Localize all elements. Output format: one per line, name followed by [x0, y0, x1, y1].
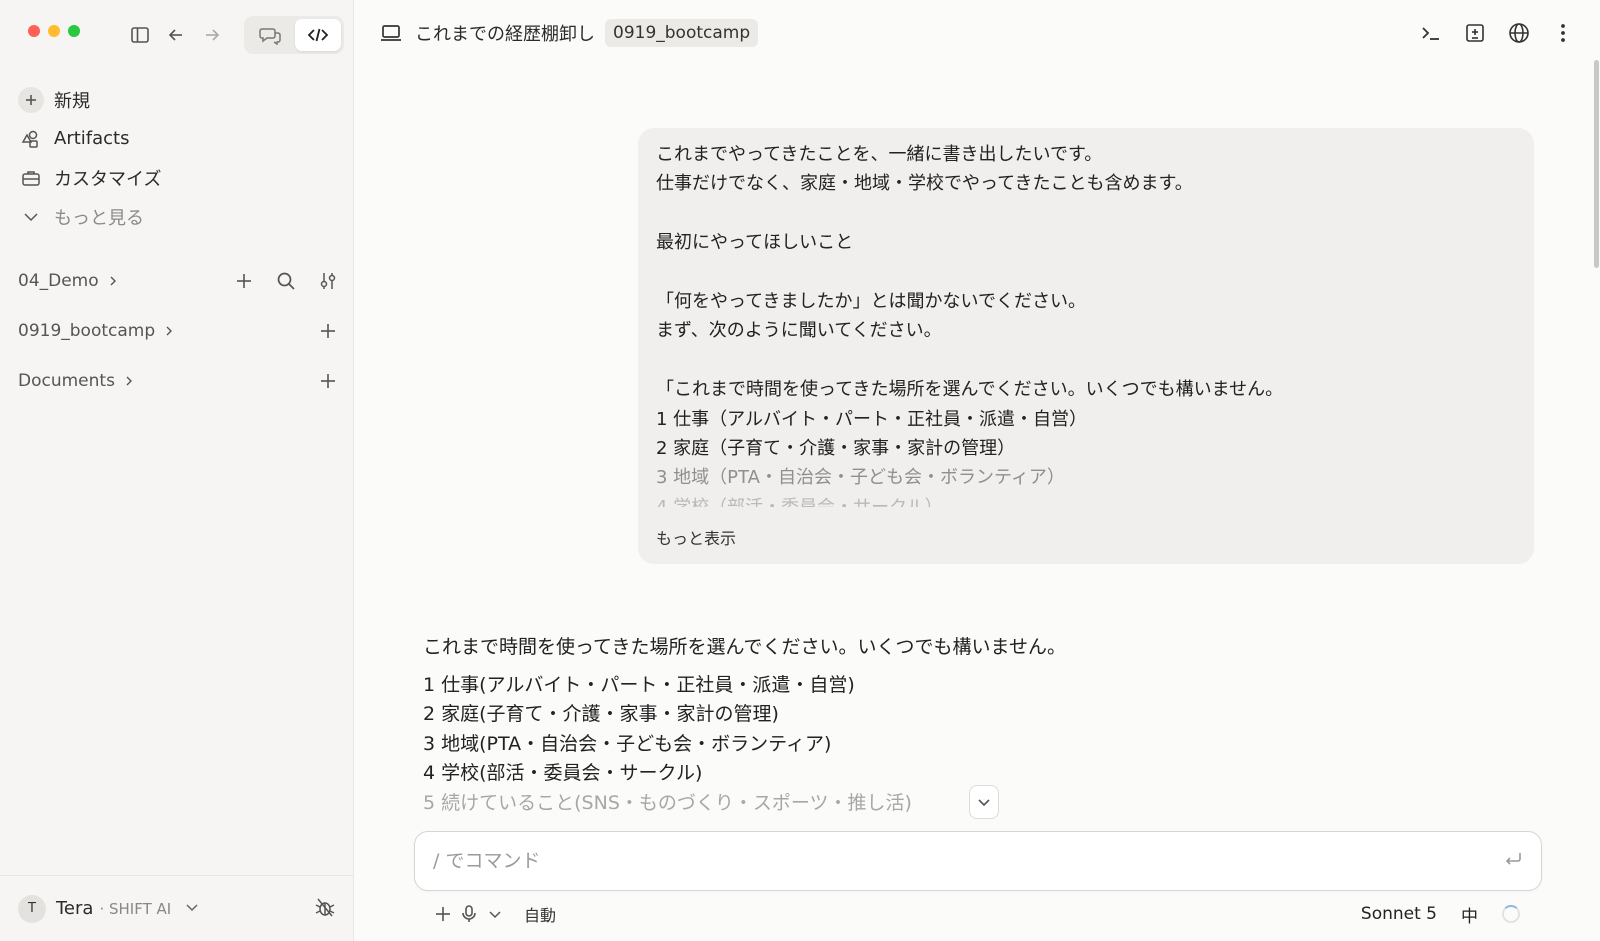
project-list: 04_Demo 0919_bootcamp Documents	[18, 256, 340, 406]
effort-selector[interactable]: 中	[1461, 902, 1478, 927]
project-item[interactable]: Documents	[18, 356, 340, 406]
message-input[interactable]	[433, 850, 1503, 872]
add-session-plus-icon[interactable]	[232, 269, 256, 293]
terminal-icon[interactable]	[1418, 20, 1444, 46]
toolbar	[124, 16, 344, 54]
response-intro: これまで時間を使ってきた場所を選んでください。いくつでも構いません。	[423, 636, 1066, 658]
add-attachment-plus-icon[interactable]	[430, 901, 456, 927]
sidebar-item-new[interactable]: 新規	[18, 80, 336, 119]
user-name: Tera	[56, 898, 94, 919]
microphone-icon[interactable]	[456, 901, 482, 927]
message-line: 仕事だけでなく、家庭・地域・学校でやってきたことも含めます。	[656, 173, 1193, 195]
message-line: これまでやってきたことを、一緒に書き出したいです。	[656, 144, 1103, 165]
chevron-down-icon[interactable]	[185, 899, 199, 918]
sidebar: 新規 Artifacts カスタマイズ もっと見る 04_Demo 0919_b…	[0, 0, 354, 941]
sidebar-item-label: Artifacts	[54, 128, 130, 149]
user-org: · SHIFT AI	[99, 899, 172, 918]
sidebar-nav: 新規 Artifacts カスタマイズ もっと見る	[18, 80, 336, 236]
add-session-plus-icon[interactable]	[316, 319, 340, 343]
project-name: 0919_bootcamp	[18, 321, 156, 341]
show-more-button[interactable]: もっと表示	[656, 524, 736, 553]
header: これまでの経歴棚卸し 0919_bootcamp	[355, 0, 1600, 66]
list-item: 4 学校(部活・委員会・サークル)	[423, 762, 703, 785]
shapes-icon	[18, 126, 44, 152]
minimize-window-button[interactable]	[48, 25, 60, 37]
project-name: 04_Demo	[18, 271, 99, 291]
page-title: これまでの経歴棚卸し	[415, 24, 595, 45]
list-item: 3 地域(PTA・自治会・子ども会・ボランティア)	[423, 732, 832, 755]
search-icon[interactable]	[274, 269, 298, 293]
message-line: 「これまで時間を使ってきた場所を選んでください。いくつでも構いません。	[656, 379, 1284, 401]
chevron-down-icon[interactable]	[482, 901, 508, 927]
sidebar-item-label: カスタマイズ	[54, 168, 162, 190]
message-line: 最初にやってほしいこと	[656, 232, 854, 254]
project-item[interactable]: 04_Demo	[18, 256, 340, 306]
message-line: 4 学校（部活・委員会・サークル）	[656, 493, 1516, 507]
permission-mode-selector[interactable]: 自動	[524, 902, 556, 926]
enter-return-icon[interactable]	[1503, 849, 1523, 873]
message-line: 1 仕事（アルバイト・パート・正社員・派遣・自営）	[656, 408, 1087, 430]
message-line: まず、次のように聞いてください。	[656, 320, 942, 342]
laptop-icon	[379, 21, 403, 45]
scrollbar[interactable]	[1594, 60, 1599, 268]
zoom-window-button[interactable]	[68, 25, 80, 37]
sidebar-item-label: 新規	[54, 90, 90, 112]
filter-sliders-icon[interactable]	[316, 269, 340, 293]
briefcase-icon	[18, 165, 44, 191]
chevron-right-icon	[166, 326, 173, 336]
window-controls	[28, 25, 80, 37]
message-line: 「何をやってきましたか」とは聞かないでください。	[656, 290, 1087, 312]
user-message-bubble: これまでやってきたことを、一緒に書き出したいです。 仕事だけでなく、家庭・地域・…	[638, 128, 1534, 564]
message-composer	[414, 831, 1542, 891]
chevron-right-icon	[110, 276, 116, 286]
view-mode-toggle	[244, 16, 344, 54]
message-line	[656, 258, 1516, 287]
user-account[interactable]: T Tera · SHIFT AI	[0, 875, 354, 941]
chat-mode-icon[interactable]	[247, 19, 293, 51]
chevron-down-icon	[978, 799, 990, 807]
code-mode-icon[interactable]	[295, 19, 341, 51]
model-selector[interactable]: Sonnet 5	[1361, 904, 1437, 924]
message-line: 3 地域（PTA・自治会・子ども会・ボランティア）	[656, 467, 1065, 489]
chevron-down-icon	[18, 204, 44, 230]
message-line	[656, 199, 1516, 228]
message-line: 2 家庭（子育て・介護・家事・家計の管理）	[656, 437, 1016, 459]
avatar: T	[18, 894, 46, 923]
globe-icon[interactable]	[1506, 20, 1532, 46]
back-arrow-icon[interactable]	[160, 19, 192, 51]
diff-panel-icon[interactable]	[1462, 20, 1488, 46]
message-line	[656, 346, 1516, 375]
sidebar-item-artifacts[interactable]: Artifacts	[18, 119, 336, 158]
add-session-plus-icon[interactable]	[316, 369, 340, 393]
project-name: Documents	[18, 371, 115, 391]
chevron-right-icon	[126, 376, 132, 386]
sidebar-item-more[interactable]: もっと見る	[18, 197, 336, 236]
project-badge[interactable]: 0919_bootcamp	[605, 19, 759, 47]
bug-icon[interactable]	[314, 896, 336, 922]
forward-arrow-icon[interactable]	[196, 19, 228, 51]
close-window-button[interactable]	[28, 25, 40, 37]
sidebar-item-customize[interactable]: カスタマイズ	[18, 158, 336, 197]
plus-icon	[18, 86, 44, 113]
scroll-to-bottom-button[interactable]	[969, 785, 999, 819]
list-item: 2 家庭(子育て・介護・家事・家計の管理)	[423, 703, 779, 726]
composer-toolbar: 自動 Sonnet 5 中	[430, 900, 1520, 928]
more-options-icon[interactable]	[1550, 20, 1576, 46]
sidebar-toggle-icon[interactable]	[124, 19, 156, 51]
project-item[interactable]: 0919_bootcamp	[18, 306, 340, 356]
sidebar-item-label: もっと見る	[54, 207, 144, 229]
list-item: 1 仕事(アルバイト・パート・正社員・派遣・自営)	[423, 674, 855, 696]
loading-spinner-icon	[1502, 905, 1520, 923]
